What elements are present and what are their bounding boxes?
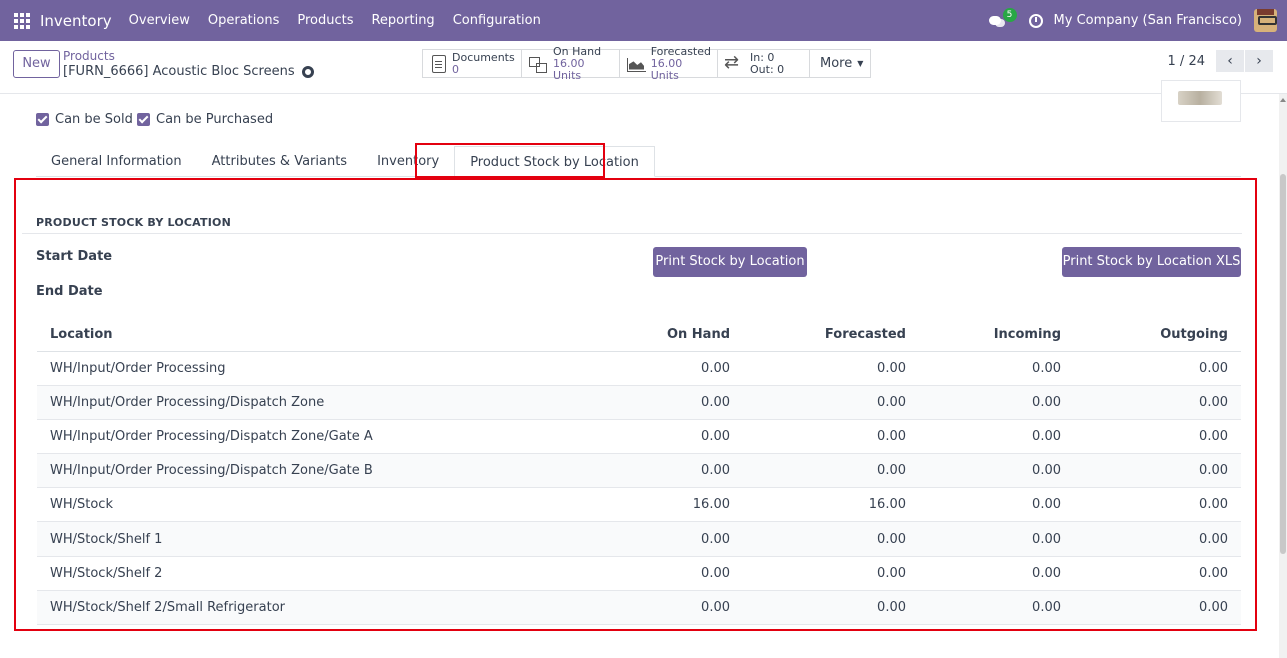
record-title: [FURN_6666] Acoustic Bloc Screens (63, 64, 295, 79)
menu-configuration[interactable]: Configuration (444, 13, 550, 28)
can-be-sold-checkbox[interactable]: Can be Sold (36, 112, 133, 127)
on-hand-button[interactable]: On Hand 16.00 Units (522, 45, 620, 81)
app-name[interactable]: Inventory (40, 12, 112, 30)
cubes-icon (528, 55, 547, 73)
checkbox-checked-icon (137, 113, 150, 126)
new-button[interactable]: New (13, 50, 60, 78)
avatar[interactable] (1254, 9, 1277, 32)
menu-operations[interactable]: Operations (199, 13, 288, 28)
in-out-button[interactable]: In: 0 Out: 0 (718, 50, 810, 77)
breadcrumb-products[interactable]: Products (63, 49, 115, 63)
menu-reporting[interactable]: Reporting (362, 13, 443, 28)
chat-count-badge: 5 (1002, 7, 1017, 22)
scroll-up-arrow-icon[interactable] (1280, 98, 1286, 102)
company-switcher[interactable]: My Company (San Francisco) (1054, 13, 1242, 28)
pager-previous-button[interactable]: ‹ (1216, 50, 1244, 72)
smart-buttons: Documents 0 On Hand 16.00 Units Forecast… (422, 45, 871, 81)
menu-overview[interactable]: Overview (120, 13, 199, 28)
apps-grid-icon[interactable] (14, 12, 30, 29)
chat-icon[interactable]: 5 (988, 7, 1017, 30)
exchange-icon (724, 52, 744, 73)
activity-clock-icon[interactable] (1028, 13, 1043, 28)
product-image[interactable] (1161, 80, 1241, 122)
caret-down-icon: ▼ (857, 59, 864, 68)
documents-button[interactable]: Documents 0 (423, 50, 522, 77)
chevron-left-icon: ‹ (1227, 53, 1233, 69)
highlight-box-tab (415, 143, 605, 178)
pager: 1 / 24 ‹ › (1168, 50, 1273, 72)
tab-general-information[interactable]: General Information (36, 146, 197, 177)
pager-next-button[interactable]: › (1245, 50, 1273, 72)
forecasted-button[interactable]: Forecasted 16.00 Units (620, 45, 718, 81)
can-be-purchased-checkbox[interactable]: Can be Purchased (137, 112, 273, 127)
pager-value[interactable]: 1 / 24 (1168, 54, 1205, 69)
menu-products[interactable]: Products (288, 13, 362, 28)
more-dropdown[interactable]: More ▼ (810, 50, 870, 77)
chevron-right-icon: › (1256, 53, 1262, 69)
document-icon (432, 54, 446, 73)
highlight-box-panel (14, 178, 1257, 631)
scrollbar-thumb[interactable] (1280, 174, 1286, 554)
top-navbar: Inventory Overview Operations Products R… (0, 0, 1287, 41)
control-panel: New Products [FURN_6666] Acoustic Bloc S… (0, 41, 1287, 94)
gear-icon[interactable] (301, 65, 314, 78)
breadcrumb-current: [FURN_6666] Acoustic Bloc Screens (63, 64, 314, 79)
checkbox-checked-icon (36, 113, 49, 126)
tab-attributes-variants[interactable]: Attributes & Variants (197, 146, 362, 177)
area-chart-icon (626, 55, 646, 73)
